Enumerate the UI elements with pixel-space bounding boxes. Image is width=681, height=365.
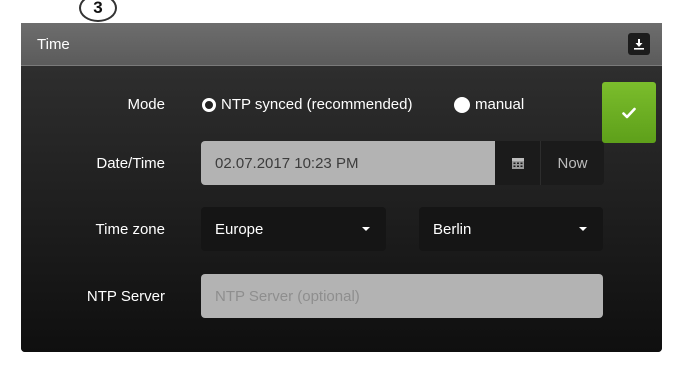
radio-ntp-label: NTP synced (recommended)	[221, 96, 413, 113]
timezone-label: Time zone	[95, 221, 165, 238]
panel-title: Time	[37, 36, 70, 53]
radio-checked-icon	[202, 97, 216, 112]
mode-label: Mode	[127, 96, 165, 113]
chevron-down-icon	[362, 227, 370, 231]
export-button[interactable]	[628, 33, 650, 55]
panel-header: Time	[21, 23, 662, 66]
radio-ntp-synced[interactable]: NTP synced (recommended)	[202, 96, 412, 113]
datetime-input[interactable]: 02.07.2017 10:23 PM	[201, 141, 495, 185]
calendar-button[interactable]	[495, 141, 540, 185]
timezone-city-value: Berlin	[433, 220, 472, 238]
timezone-region-select[interactable]: Europe	[201, 207, 386, 251]
now-button[interactable]: Now	[540, 141, 604, 185]
datetime-label: Date/Time	[96, 155, 165, 172]
radio-unchecked-icon	[454, 96, 470, 113]
timezone-city-select[interactable]: Berlin	[419, 207, 603, 251]
chevron-down-icon	[579, 227, 587, 231]
time-panel: Time Mode NTP synced (recommended) manua…	[21, 23, 662, 352]
calendar-icon	[511, 158, 524, 169]
step-badge: 3	[79, 0, 117, 22]
checkmark-icon	[622, 107, 636, 118]
radio-manual[interactable]: manual	[454, 96, 524, 113]
timezone-region-value: Europe	[215, 220, 264, 238]
radio-manual-label: manual	[475, 96, 525, 113]
ntp-server-input[interactable]: NTP Server (optional)	[201, 274, 603, 318]
confirm-button[interactable]	[602, 82, 656, 143]
download-icon	[634, 39, 644, 50]
ntp-server-label: NTP Server	[86, 288, 165, 305]
